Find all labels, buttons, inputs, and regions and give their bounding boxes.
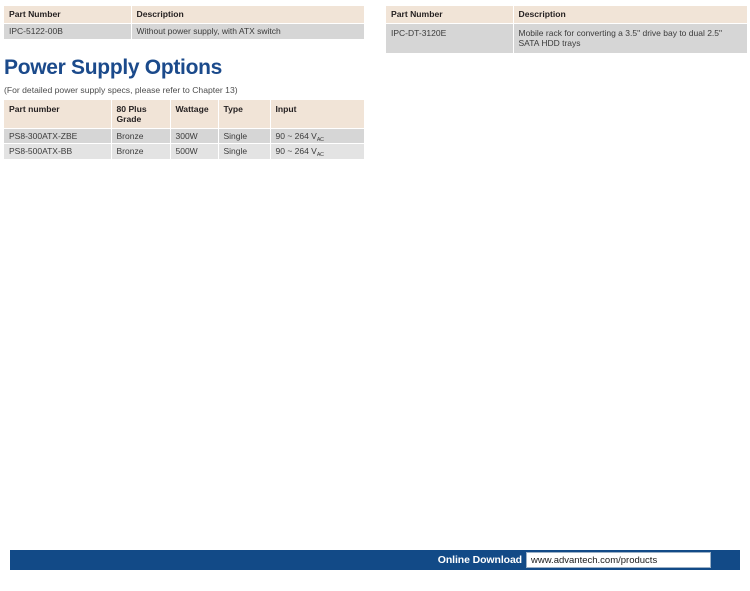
chassis-accessories-heading-partial: Chassis Accessories (4, 0, 154, 1)
table-header-row: Part Number Description (386, 6, 747, 24)
table-row: IPC-5122-00B Without power supply, with … (4, 23, 364, 40)
cell-input-subscript: AC (316, 137, 324, 144)
table-row: PS8-500ATX-BB Bronze 500W Single 90 ~ 26… (4, 143, 364, 159)
cell-type: Single (218, 143, 271, 159)
cell-description: Without power supply, with ATX switch (131, 23, 364, 40)
column-header-description: Description (131, 6, 364, 24)
drive-bay-accessories-heading-partial: Drive Bay Accessories (386, 0, 547, 1)
online-download-url-box[interactable]: www.advantech.com/products (526, 552, 711, 568)
online-download-url: www.advantech.com/products (531, 554, 658, 566)
online-download-label: Online Download (437, 554, 522, 566)
power-supply-table: Part number 80 Plus Grade Wattage Type I… (4, 100, 364, 159)
page-title: Power Supply Options (4, 56, 223, 79)
cell-description: Mobile rack for converting a 3.5" drive … (513, 23, 747, 54)
cell-input: 90 ~ 264 VAC (270, 143, 364, 159)
column-header-input: Input (270, 100, 364, 129)
cell-input-value: 90 ~ 264 V (275, 146, 317, 157)
table-header-row: Part Number Description (4, 6, 364, 24)
cell-part-number: PS8-300ATX-ZBE (4, 128, 112, 144)
column-header-part-number: Part Number (386, 6, 514, 24)
column-header-type: Type (218, 100, 271, 129)
column-header-80-plus-grade: 80 Plus Grade (111, 100, 171, 129)
chassis-accessory-table: Part Number Description IPC-5122-00B Wit… (4, 6, 364, 40)
column-header-wattage: Wattage (170, 100, 219, 129)
cell-80-plus-grade: Bronze (111, 143, 171, 159)
cell-input-subscript: AC (316, 152, 324, 159)
cell-wattage: 300W (170, 128, 219, 144)
column-header-part-number: Part Number (4, 6, 132, 24)
cell-input-value: 90 ~ 264 V (275, 131, 317, 142)
cell-part-number: IPC-DT-3120E (386, 23, 514, 54)
cell-80-plus-grade: Bronze (111, 128, 171, 144)
table-row: IPC-DT-3120E Mobile rack for converting … (386, 23, 747, 54)
cell-wattage: 500W (170, 143, 219, 159)
footer-bar: Online Download www.advantech.com/produc… (10, 550, 740, 570)
cell-part-number: PS8-500ATX-BB (4, 143, 112, 159)
column-header-part-number: Part number (4, 100, 112, 129)
column-header-description: Description (513, 6, 747, 24)
cell-part-number: IPC-5122-00B (4, 23, 132, 40)
section-note: (For detailed power supply specs, please… (4, 85, 238, 95)
drive-bay-accessory-table: Part Number Description IPC-DT-3120E Mob… (386, 6, 747, 54)
cell-input: 90 ~ 264 VAC (270, 128, 364, 144)
cell-type: Single (218, 128, 271, 144)
table-header-row: Part number 80 Plus Grade Wattage Type I… (4, 100, 364, 129)
table-row: PS8-300ATX-ZBE Bronze 300W Single 90 ~ 2… (4, 128, 364, 144)
